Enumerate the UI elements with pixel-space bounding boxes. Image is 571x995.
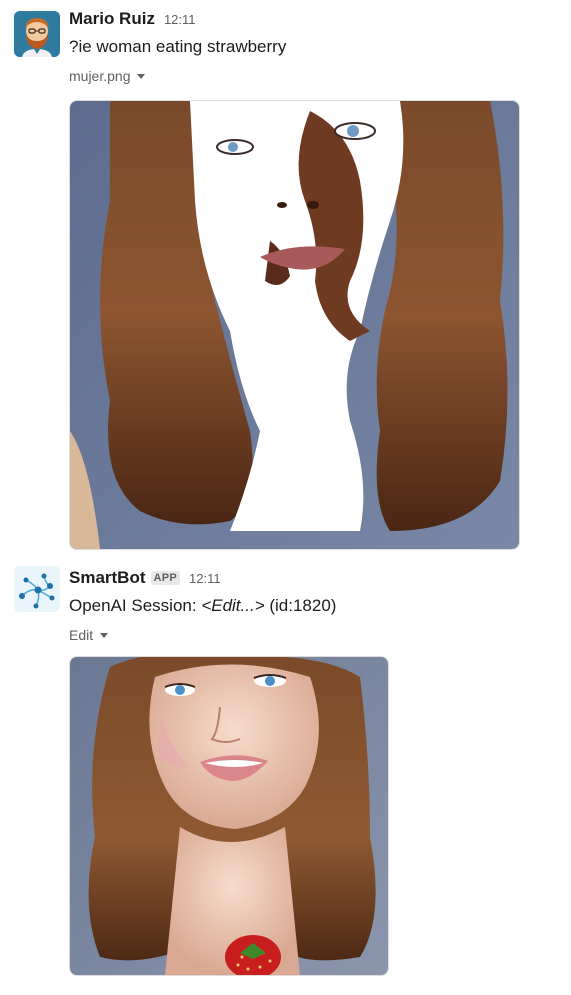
avatar[interactable] [14,566,60,612]
attachment-toggle[interactable]: Edit [69,626,561,644]
network-nodes-avatar-icon [14,566,60,612]
message-text: OpenAI Session: <Edit...> (id:1820) [69,594,561,618]
message-text-prefix: OpenAI Session: [69,596,202,615]
message-time[interactable]: 12:11 [164,12,196,27]
edit-link[interactable]: <Edit...> [201,596,264,615]
message-text-suffix: (id:1820) [264,596,337,615]
attached-image[interactable] [69,656,389,976]
attached-image[interactable] [69,100,520,550]
sender-name[interactable]: SmartBot [69,568,146,588]
message-content: SmartBot APP 12:11 OpenAI Session: <Edit… [69,568,561,644]
caret-down-icon [137,73,146,79]
attachment-toggle[interactable]: mujer.png [69,67,561,85]
message-header: Mario Ruiz 12:11 [69,9,561,31]
woman-portrait-image-icon [70,657,388,975]
message-content: Mario Ruiz 12:11 ?ie woman eating strawb… [69,9,561,85]
message-header: SmartBot APP 12:11 [69,568,561,590]
app-badge: APP [150,571,181,585]
sender-name[interactable]: Mario Ruiz [69,9,155,29]
attachment-file-name: Edit [69,627,94,643]
message-time[interactable]: 12:11 [189,571,221,586]
bearded-man-avatar-icon [14,11,60,57]
attachment-file-name: mujer.png [69,68,131,84]
caret-down-icon [100,632,109,638]
woman-portrait-image-icon [70,101,519,549]
avatar[interactable] [14,11,60,57]
message-text: ?ie woman eating strawberry [69,37,287,56]
